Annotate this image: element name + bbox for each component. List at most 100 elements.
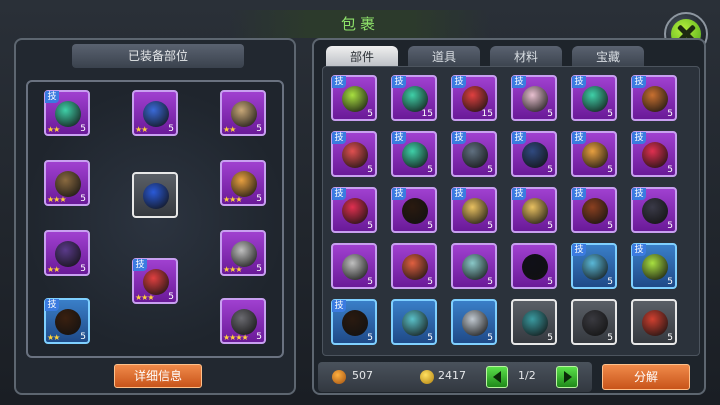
item-count: 5 bbox=[427, 333, 433, 343]
item-icon bbox=[143, 269, 169, 295]
item-icon bbox=[582, 310, 608, 336]
inventory-item[interactable]: 技5 bbox=[331, 131, 377, 177]
inventory-item[interactable]: 技5 bbox=[631, 187, 677, 233]
item-count: 5 bbox=[607, 221, 613, 231]
item-icon bbox=[231, 241, 257, 267]
inventory-item[interactable]: 技5 bbox=[631, 243, 677, 289]
inventory-item[interactable]: 技5 bbox=[391, 187, 437, 233]
skill-badge: 技 bbox=[332, 132, 346, 144]
item-icon bbox=[342, 254, 368, 280]
item-count: 5 bbox=[607, 165, 613, 175]
next-page-button[interactable] bbox=[556, 366, 578, 388]
skill-badge: 技 bbox=[512, 188, 526, 200]
item-count: 5 bbox=[667, 277, 673, 287]
decompose-button[interactable]: 分解 bbox=[602, 364, 690, 390]
inventory-item[interactable]: 5 bbox=[451, 243, 497, 289]
inventory-item[interactable]: 技 15 bbox=[391, 75, 437, 121]
item-icon bbox=[402, 310, 428, 336]
slot-2[interactable]: ★★ 5 bbox=[132, 90, 178, 136]
inventory-item[interactable]: 技5 bbox=[451, 187, 497, 233]
item-icon bbox=[462, 142, 488, 168]
inventory-grid: 技 5 技 15 技 15 技 5 技 5 技 5 技 5 技 5 技 5 技 5 技 5 技 5 技 5 技 5 技 5 技 5 技 5 技 5 5 5… bbox=[322, 66, 700, 356]
inventory-item[interactable]: 技5 bbox=[511, 187, 557, 233]
item-count: 5 bbox=[80, 124, 86, 134]
item-count: 5 bbox=[256, 124, 262, 134]
item-icon bbox=[231, 171, 257, 197]
item-count: 5 bbox=[547, 333, 553, 343]
inventory-item[interactable]: 5 bbox=[511, 299, 557, 345]
tab-treasure[interactable]: 宝藏 bbox=[572, 46, 644, 68]
item-count: 5 bbox=[256, 332, 262, 342]
inventory-item[interactable]: 5 bbox=[631, 299, 677, 345]
window-title: 包裹 bbox=[230, 10, 490, 38]
detail-info-button[interactable]: 详细信息 bbox=[114, 364, 202, 388]
skill-badge: 技 bbox=[572, 76, 586, 88]
slot-5[interactable]: ★★★ 5 bbox=[220, 160, 266, 206]
inventory-item[interactable]: 5 bbox=[511, 243, 557, 289]
inventory-screen: 包裹 已装备部位 技 ★★ 5 ★★ 5 ★★ 5 ★★★ 5 ★★★ 5 ★★ 5 技 ★★★ 5 ★★★ 5 技… bbox=[0, 0, 720, 405]
item-count: 5 bbox=[367, 221, 373, 231]
skill-badge: 技 bbox=[452, 76, 466, 88]
item-count: 5 bbox=[547, 221, 553, 231]
skill-badge: 技 bbox=[572, 188, 586, 200]
slot-9[interactable]: 技 ★★ 5 bbox=[44, 298, 90, 344]
inventory-item[interactable]: 技5 bbox=[571, 243, 617, 289]
inventory-item[interactable]: 技5 bbox=[571, 131, 617, 177]
inventory-item[interactable]: 技5 bbox=[631, 75, 677, 121]
item-count: 5 bbox=[547, 165, 553, 175]
item-icon bbox=[582, 142, 608, 168]
inventory-item[interactable]: 5 bbox=[571, 299, 617, 345]
inventory-item[interactable]: 技 15 bbox=[451, 75, 497, 121]
inventory-item[interactable]: 5 bbox=[391, 243, 437, 289]
inventory-item[interactable]: 技5 bbox=[571, 75, 617, 121]
item-icon bbox=[582, 198, 608, 224]
item-count: 5 bbox=[667, 221, 673, 231]
item-count: 5 bbox=[80, 332, 86, 342]
inventory-item[interactable]: 5 bbox=[331, 243, 377, 289]
inventory-item[interactable]: 5 bbox=[451, 299, 497, 345]
skill-badge: 技 bbox=[512, 76, 526, 88]
skill-badge: 技 bbox=[512, 132, 526, 144]
item-icon bbox=[342, 198, 368, 224]
slot-8[interactable]: ★★★ 5 bbox=[220, 230, 266, 276]
prev-page-button[interactable] bbox=[486, 366, 508, 388]
inventory-item[interactable]: 技5 bbox=[511, 75, 557, 121]
skill-badge: 技 bbox=[392, 132, 406, 144]
tab-parts[interactable]: 部件 bbox=[326, 46, 398, 68]
slot-10[interactable]: ★★★★ 5 bbox=[220, 298, 266, 344]
star-rating: ★★★★ bbox=[223, 333, 249, 342]
item-icon bbox=[342, 86, 368, 112]
slot-4[interactable]: ★★★ 5 bbox=[44, 160, 90, 206]
inventory-item[interactable]: 技5 bbox=[331, 299, 377, 345]
tab-materials[interactable]: 材料 bbox=[490, 46, 562, 68]
slot-3[interactable]: ★★ 5 bbox=[220, 90, 266, 136]
item-icon bbox=[522, 254, 548, 280]
item-count: 5 bbox=[487, 333, 493, 343]
inventory-item[interactable]: 技5 bbox=[331, 187, 377, 233]
slot-7[interactable]: 技 ★★★ 5 bbox=[132, 258, 178, 304]
inventory-item[interactable]: 技5 bbox=[631, 131, 677, 177]
item-count: 5 bbox=[667, 333, 673, 343]
item-count: 5 bbox=[80, 264, 86, 274]
inventory-item[interactable]: 技5 bbox=[511, 131, 557, 177]
inventory-item[interactable]: 5 bbox=[391, 299, 437, 345]
item-icon bbox=[402, 142, 428, 168]
inventory-item[interactable]: 技5 bbox=[331, 75, 377, 121]
inventory-item[interactable]: 技5 bbox=[451, 131, 497, 177]
skill-badge: 技 bbox=[133, 259, 147, 271]
star-rating: ★★ bbox=[47, 265, 60, 274]
resource-gold-count: 2417 bbox=[438, 369, 466, 382]
slot-center[interactable] bbox=[132, 172, 178, 218]
arrow-left-icon bbox=[493, 371, 501, 383]
tab-items[interactable]: 道具 bbox=[408, 46, 480, 68]
inventory-item[interactable]: 技5 bbox=[391, 131, 437, 177]
slot-6[interactable]: ★★ 5 bbox=[44, 230, 90, 276]
item-count: 5 bbox=[427, 165, 433, 175]
skill-badge: 技 bbox=[392, 76, 406, 88]
slot-1[interactable]: 技 ★★ 5 bbox=[44, 90, 90, 136]
item-count: 5 bbox=[487, 221, 493, 231]
item-count: 5 bbox=[427, 277, 433, 287]
inventory-item[interactable]: 技5 bbox=[571, 187, 617, 233]
skill-badge: 技 bbox=[392, 188, 406, 200]
item-icon bbox=[582, 254, 608, 280]
